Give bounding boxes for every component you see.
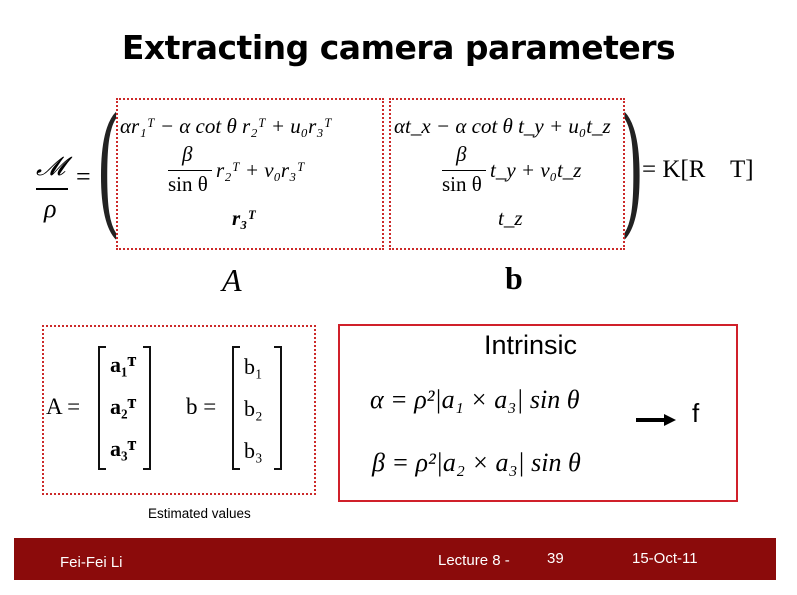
lhs-denominator: ρ	[44, 194, 57, 223]
A-matrix-label: A =	[46, 394, 81, 419]
alpha-equation: α = ρ²|a₁ × a₃| sin θ	[370, 385, 580, 414]
arrow-svg	[636, 414, 676, 426]
b-row-2-vec: b₂	[244, 396, 263, 421]
footer-lecture: Lecture 8 -	[438, 552, 510, 569]
A-matrix-right-bracket	[143, 346, 151, 470]
a-row-1: αr₁ᵀ − α cot θ r₂ᵀ + u₀r₃ᵀ	[120, 114, 332, 138]
a-row-2-rest: r₂ᵀ + v₀r₃ᵀ	[216, 158, 305, 182]
lhs-fraction-bar	[36, 188, 68, 190]
label-b: b	[505, 260, 523, 296]
a-row-2-bar	[168, 170, 212, 172]
slide-title: Extracting camera parameters	[121, 28, 676, 67]
b-vector-left-bracket	[232, 346, 240, 470]
A-matrix-left-bracket	[98, 346, 106, 470]
a-row-2-num: β	[182, 142, 193, 166]
b-row-2-bar	[442, 170, 486, 172]
lhs-equals: =	[76, 162, 91, 191]
b-vector-label: b =	[186, 394, 217, 419]
b-row-2-rest: t_y + v₀t_z	[490, 158, 582, 182]
arrow-icon	[636, 414, 676, 426]
b-vector-right-bracket	[274, 346, 282, 470]
b-row-3-vec: b₃	[244, 438, 263, 463]
A-row-2: a₂ᵀ	[110, 394, 137, 419]
A-row-1: a₁ᵀ	[110, 352, 137, 377]
lhs-numerator: 𝓜	[36, 152, 66, 181]
b-row-2-den: sin θ	[442, 172, 482, 196]
b-row-1-vec: b₁	[244, 354, 263, 379]
b-row-2-num: β	[456, 142, 467, 166]
a-row-3: r₃ᵀ	[232, 206, 256, 230]
A-row-3: a₃ᵀ	[110, 436, 137, 461]
intrinsic-heading: Intrinsic	[484, 330, 578, 360]
footer-author: Fei-Fei Li	[60, 554, 123, 571]
a-row-2-den: sin θ	[168, 172, 208, 196]
footer-page-number: 39	[547, 550, 564, 567]
b-row-1: αt_x − α cot θ t_y + u₀t_z	[394, 114, 611, 138]
footer-date: 15-Oct-11	[632, 550, 698, 567]
label-A: A	[222, 262, 242, 298]
estimated-values-caption: Estimated values	[148, 506, 251, 521]
focal-length-result: f	[692, 398, 700, 428]
beta-equation: β = ρ²|a₂ × a₃| sin θ	[372, 448, 581, 477]
rhs-krt: = K[R T]	[642, 156, 754, 183]
footer-bar: Fei-Fei Li Lecture 8 - 39 15-Oct-11	[14, 538, 776, 580]
b-row-3: t_z	[498, 206, 523, 230]
